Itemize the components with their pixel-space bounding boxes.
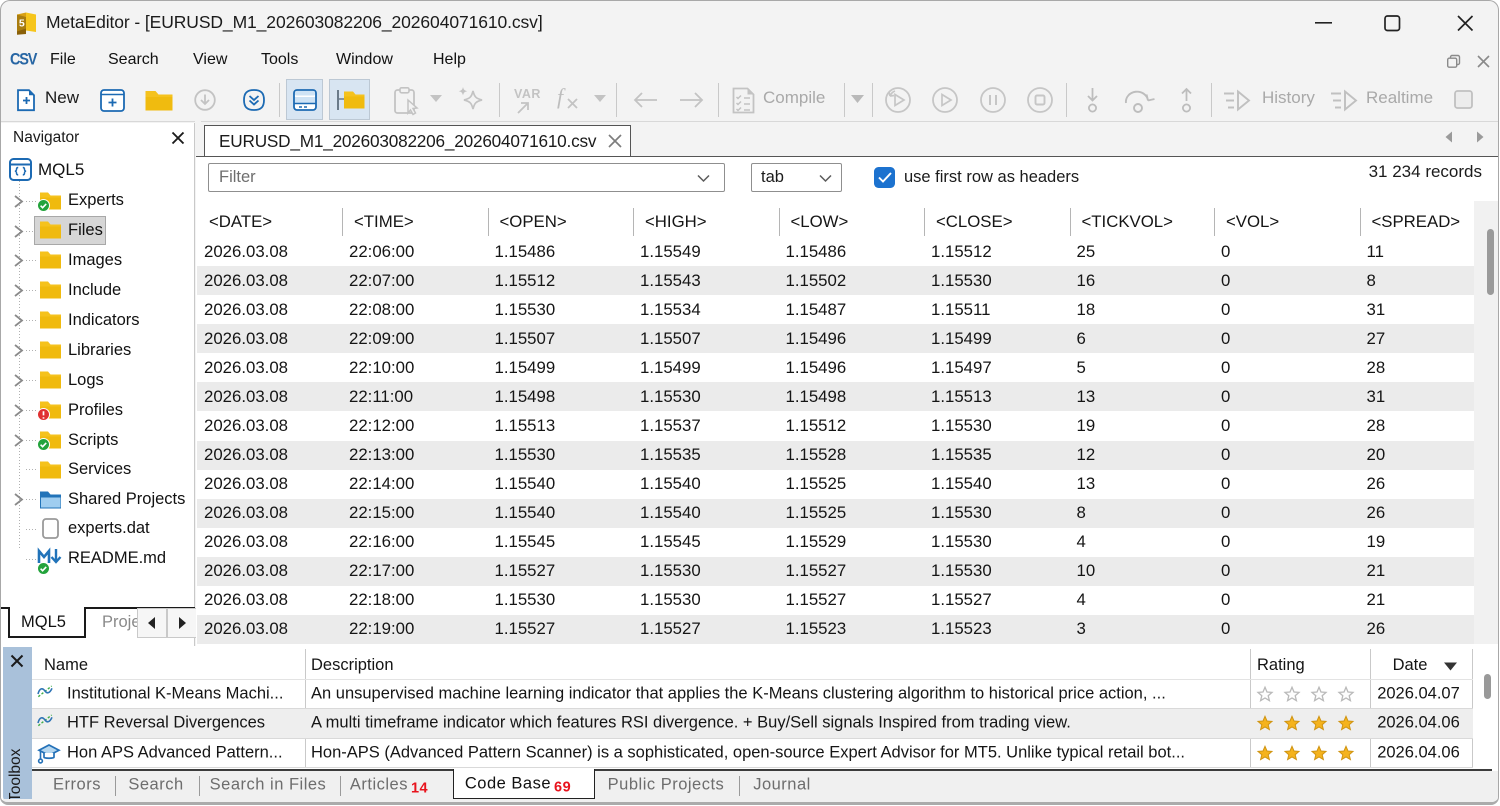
svg-text:5: 5 [19,18,25,30]
